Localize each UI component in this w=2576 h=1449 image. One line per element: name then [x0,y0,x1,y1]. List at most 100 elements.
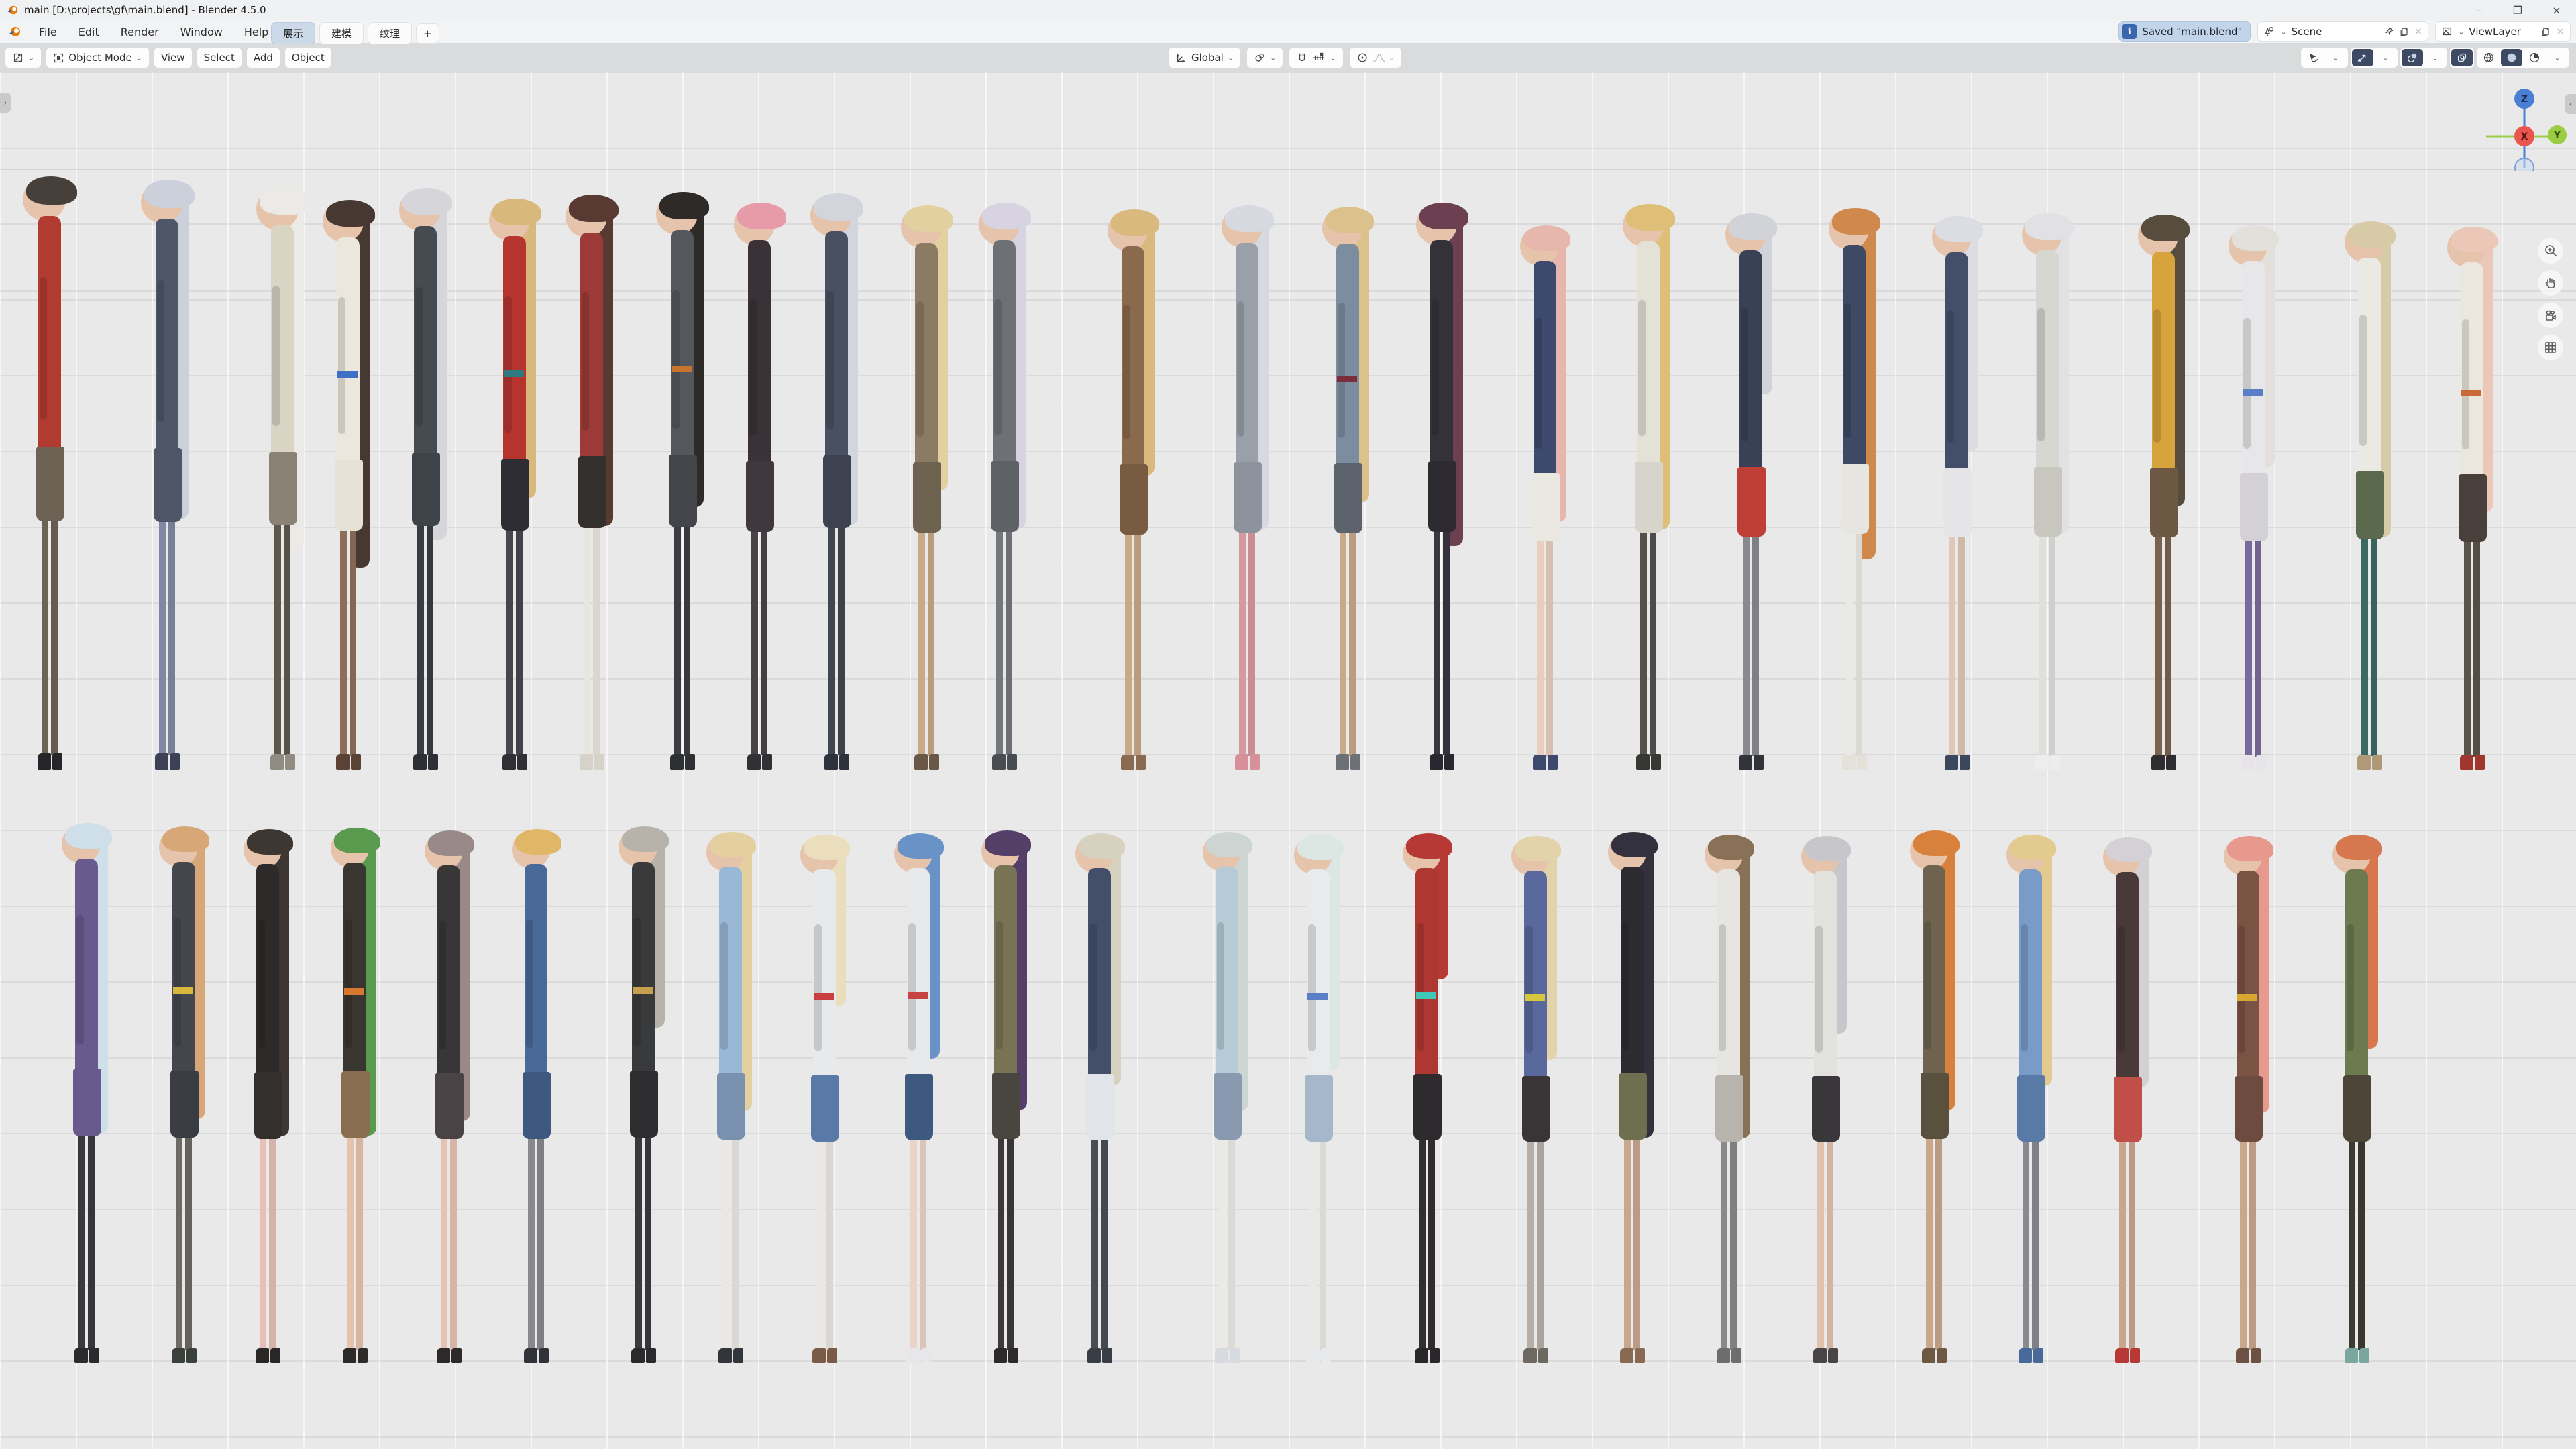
character-figure-r1-20[interactable] [1818,208,1892,770]
character-figure-r1-8[interactable] [646,192,720,770]
toolbar-expand-tab[interactable]: › [0,93,11,113]
proportional-editing-controls[interactable]: ⌄ [1350,48,1401,68]
new-viewlayer-icon[interactable] [2540,26,2551,37]
character-figure-r2-20[interactable] [1898,830,1972,1363]
character-figure-r1-26[interactable] [2436,227,2510,770]
character-figure-r1-17[interactable] [1509,225,1582,770]
gizmo-dropdown[interactable]: ⌄ [2375,49,2396,66]
character-figure-r2-19[interactable] [1789,836,1863,1363]
character-figure-r1-16[interactable] [1405,203,1479,770]
close-button[interactable]: × [2537,0,2576,20]
character-figure-r2-15[interactable] [1391,833,1464,1363]
shading-wireframe-button[interactable] [2478,49,2500,66]
viewlayer-selector[interactable]: ⌄ ViewLayer ✕ [2435,21,2571,42]
viewport-menu-object[interactable]: Object [285,48,331,68]
toggle-xray-button[interactable] [2451,49,2473,66]
figure-hips [73,1069,101,1136]
character-figure-r1-5[interactable] [389,188,463,770]
character-figure-r2-2[interactable] [148,826,221,1363]
viewport-menu-add[interactable]: Add [247,48,280,68]
character-figure-r2-13[interactable] [1191,832,1265,1363]
character-figure-r1-13[interactable] [1097,209,1171,770]
ortho-toggle-button[interactable] [2538,335,2563,360]
zoom-button[interactable] [2538,238,2563,264]
workspace-tab-3[interactable]: 纹理 [368,22,412,44]
character-figure-r1-6[interactable] [478,199,552,770]
character-figure-r1-2[interactable] [131,180,205,770]
character-figure-r2-8[interactable] [694,832,768,1363]
add-workspace-button[interactable]: + [416,23,439,44]
viewport-menu-view[interactable]: View [154,48,192,68]
material-sphere-icon [2528,52,2540,64]
minimize-button[interactable]: – [2459,0,2498,20]
character-figure-r2-14[interactable] [1282,835,1356,1363]
selectability-filter-button[interactable] [2302,49,2324,66]
character-figure-r2-10[interactable] [882,833,956,1363]
scene-selector[interactable]: ⌄ Scene ✕ [2257,21,2428,42]
character-figure-r1-21[interactable] [1921,216,1994,770]
figure-shoe-front [1415,1348,1428,1363]
character-figure-r2-16[interactable] [1499,836,1573,1363]
character-figure-r1-19[interactable] [1715,213,1788,770]
snapping-controls[interactable]: ⌄ [1289,48,1342,68]
character-figure-r1-18[interactable] [1612,204,1686,770]
blender-menu-icon[interactable] [8,25,21,38]
character-figure-r2-11[interactable] [969,830,1043,1363]
main-menu-window[interactable]: Window [172,23,231,41]
figure-arm [157,280,164,422]
mode-selector[interactable]: Object Mode ⌄ [46,48,149,68]
character-figure-r2-21[interactable] [1994,835,2068,1363]
shading-dropdown[interactable]: ⌄ [2546,49,2568,66]
character-figure-r2-17[interactable] [1596,832,1670,1363]
navigation-gizmo[interactable]: Z X Y [2481,84,2568,171]
character-figure-r2-9[interactable] [788,835,862,1363]
character-figure-r2-4[interactable] [319,828,392,1363]
character-figure-r2-12[interactable] [1063,833,1137,1363]
camera-view-button[interactable] [2538,303,2563,328]
character-figure-r2-18[interactable] [1693,835,1766,1363]
pan-button[interactable] [2538,270,2563,296]
character-figure-r1-24[interactable] [2217,225,2291,770]
new-scene-icon[interactable] [2399,26,2410,37]
transform-orientation-selector[interactable]: Global ⌄ [1169,48,1240,68]
character-figure-r1-7[interactable] [555,195,629,770]
character-figure-r2-24[interactable] [2320,835,2394,1363]
show-gizmo-toggle[interactable] [2352,49,2373,66]
character-figure-r1-23[interactable] [2127,215,2201,770]
editor-type-button[interactable]: ⌄ [5,48,41,68]
pin-icon[interactable] [2383,26,2394,37]
workspace-tab-2[interactable]: 建模 [319,22,364,44]
character-figure-r1-3[interactable] [246,186,320,770]
shading-material-button[interactable] [2524,49,2545,66]
character-figure-r1-12[interactable] [968,203,1042,770]
main-menu-edit[interactable]: Edit [70,23,107,41]
selectability-dropdown[interactable]: ⌄ [2325,49,2347,66]
character-figure-r2-6[interactable] [500,829,574,1363]
character-figure-r1-25[interactable] [2333,221,2407,770]
restore-button[interactable]: ❐ [2498,0,2537,20]
pivot-point-selector[interactable]: ⌄ [1247,48,1283,68]
character-figure-r2-1[interactable] [50,823,124,1363]
character-figure-r1-4[interactable] [312,200,386,770]
character-figure-r1-1[interactable] [13,176,87,770]
viewport-menu-select[interactable]: Select [197,48,241,68]
figure-hips [2034,467,2062,537]
overlays-dropdown[interactable]: ⌄ [2424,49,2446,66]
character-figure-r2-5[interactable] [413,830,486,1363]
show-overlays-toggle[interactable] [2402,49,2423,66]
viewport-3d[interactable]: › ‹ Z X Y [0,72,2576,1449]
character-figure-r2-23[interactable] [2212,836,2286,1363]
main-menu-render[interactable]: Render [113,23,167,41]
character-figure-r1-9[interactable] [723,203,797,770]
shading-solid-button[interactable] [2501,49,2522,66]
character-figure-r1-11[interactable] [890,205,964,770]
character-figure-r2-3[interactable] [231,829,305,1363]
character-figure-r1-10[interactable] [800,193,874,770]
character-figure-r1-22[interactable] [2011,213,2085,770]
character-figure-r1-15[interactable] [1311,207,1385,770]
workspace-tab-1[interactable]: 展示 [271,22,315,44]
character-figure-r2-7[interactable] [607,826,681,1363]
main-menu-file[interactable]: File [31,23,65,41]
character-figure-r1-14[interactable] [1211,205,1285,770]
character-figure-r2-22[interactable] [2091,837,2165,1363]
